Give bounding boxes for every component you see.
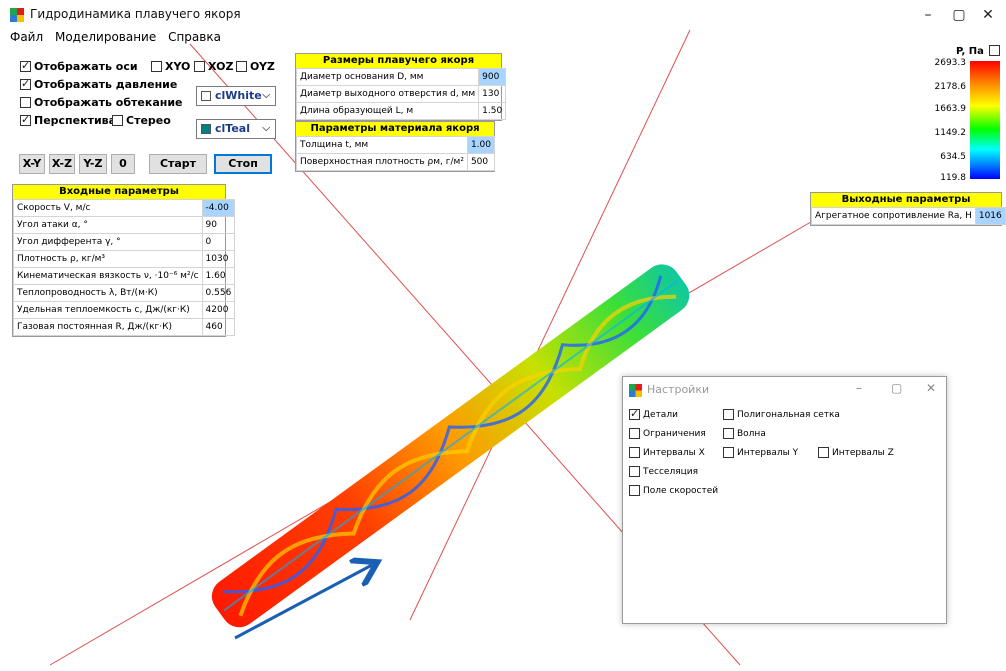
scale-unit-label: P, Па [956, 46, 984, 57]
checkbox-icon [629, 428, 640, 439]
chevron-down-icon: ⌵ [262, 123, 270, 134]
checkbox-icon [818, 447, 829, 458]
app-icon [629, 383, 642, 397]
scale-tick: 119.8 [940, 173, 966, 183]
outlet-diameter-value[interactable]: 130 [478, 85, 507, 103]
dialog-minimize-button[interactable]: – [856, 381, 862, 395]
menu-file[interactable]: Файл [10, 30, 43, 44]
stereo-checkbox[interactable]: Стерео [112, 113, 171, 127]
background-color-select[interactable]: clWhite ⌵ [196, 86, 276, 106]
oyz-checkbox[interactable]: OYZ [236, 59, 275, 73]
limits-checkbox[interactable]: Ограничения [629, 428, 706, 439]
checkbox-icon [151, 60, 162, 72]
app-icon [10, 8, 24, 22]
panel-title: Входные параметры [13, 185, 225, 199]
checkbox-icon [194, 60, 205, 72]
object-color-select[interactable]: clTeal ⌵ [196, 119, 276, 139]
show-flow-checkbox[interactable]: Отображать обтекание [20, 95, 183, 109]
show-pressure-checkbox[interactable]: Отображать давление [20, 77, 177, 91]
menu-modeling[interactable]: Моделирование [55, 30, 156, 44]
color-swatch [201, 124, 211, 134]
settings-dialog: Настройки – ▢ ✕ Детали Полигональная сет… [622, 376, 947, 624]
velocity-field-checkbox[interactable]: Поле скоростей [629, 485, 718, 496]
perspective-checkbox[interactable]: Перспектива [20, 113, 116, 127]
aggregate-resistance-value[interactable]: 1016 [974, 207, 1006, 225]
window-title: Гидродинамика плавучего якоря [30, 7, 241, 21]
xoz-checkbox[interactable]: XOZ [194, 59, 233, 73]
trim-angle-value[interactable]: 0 [201, 233, 236, 251]
heat-capacity-value[interactable]: 4200 [201, 301, 236, 319]
generatrix-length-value[interactable]: 1.50 [478, 102, 507, 120]
show-axes-checkbox[interactable]: Отображать оси [20, 59, 138, 73]
checkbox-icon [629, 466, 640, 477]
xyo-checkbox[interactable]: XYO [151, 59, 190, 73]
scale-tick: 2178.6 [934, 82, 967, 92]
checkbox-icon [629, 485, 640, 496]
details-checkbox[interactable]: Детали [629, 407, 678, 420]
output-parameters-panel: Выходные параметры Агрегатное сопротивле… [810, 192, 1006, 226]
menu-help[interactable]: Справка [168, 30, 221, 44]
close-button[interactable]: ✕ [970, 4, 1006, 26]
scale-tick: 1149.2 [934, 128, 967, 138]
checkbox-icon [723, 428, 734, 439]
panel-title: Параметры материала якоря [296, 122, 494, 136]
anchor-size-panel: Размеры плавучего якоря Диаметр основани… [295, 53, 507, 121]
attack-angle-value[interactable]: 90 [201, 216, 236, 234]
checkbox-icon [20, 96, 31, 108]
chevron-down-icon: ⌵ [262, 90, 270, 101]
base-diameter-value[interactable]: 900 [478, 68, 507, 86]
checkbox-icon [20, 77, 31, 90]
checkbox-icon [20, 113, 31, 126]
stop-button[interactable]: Стоп [214, 154, 272, 174]
velocity-value[interactable]: -4.00 [201, 199, 236, 217]
reset-view-button[interactable]: 0 [111, 154, 135, 174]
view-xy-button[interactable]: X-Y [19, 154, 45, 174]
view-xz-button[interactable]: X-Z [49, 154, 75, 174]
input-parameters-panel: Входные параметры Скорость V, м/с -4.00 У… [12, 184, 236, 337]
checkbox-icon [112, 114, 123, 126]
dialog-close-button[interactable]: ✕ [926, 381, 936, 395]
start-button[interactable]: Старт [149, 154, 207, 174]
intervals-z-checkbox[interactable]: Интервалы Z [818, 447, 894, 458]
dialog-title: Настройки [629, 383, 709, 397]
checkbox-icon [236, 60, 247, 72]
intervals-y-checkbox[interactable]: Интервалы Y [723, 447, 798, 458]
scale-checkbox[interactable] [989, 45, 1000, 56]
menu-bar: Файл Моделирование Справка [10, 30, 229, 44]
color-swatch [201, 91, 211, 101]
material-panel: Параметры материала якоря Толщина t, мм 1… [295, 121, 495, 172]
scale-tick: 1663.9 [934, 104, 967, 114]
view-yz-button[interactable]: Y-Z [79, 154, 107, 174]
checkbox-icon [20, 59, 31, 72]
tessellation-checkbox[interactable]: Тесселяция [629, 466, 698, 477]
thickness-value[interactable]: 1.00 [466, 136, 495, 154]
surface-density-value[interactable]: 500 [466, 153, 495, 171]
pressure-color-scale [970, 61, 1000, 179]
scale-tick: 634.5 [940, 152, 966, 162]
intervals-x-checkbox[interactable]: Интервалы X [629, 447, 705, 458]
dialog-maximize-button[interactable]: ▢ [891, 381, 902, 395]
gas-constant-value[interactable]: 460 [201, 318, 236, 336]
checkbox-icon [629, 447, 640, 458]
checkbox-icon [723, 447, 734, 458]
density-value[interactable]: 1030 [201, 250, 236, 268]
checkbox-icon [629, 407, 640, 420]
checkbox-icon [723, 409, 734, 420]
scale-tick: 2693.3 [934, 58, 967, 68]
polygon-mesh-checkbox[interactable]: Полигональная сетка [723, 409, 840, 420]
conductivity-value[interactable]: 0.556 [201, 284, 236, 302]
panel-title: Размеры плавучего якоря [296, 54, 501, 68]
panel-title: Выходные параметры [811, 193, 1001, 207]
wave-checkbox[interactable]: Волна [723, 428, 766, 439]
viscosity-value[interactable]: 1.60 [201, 267, 236, 285]
